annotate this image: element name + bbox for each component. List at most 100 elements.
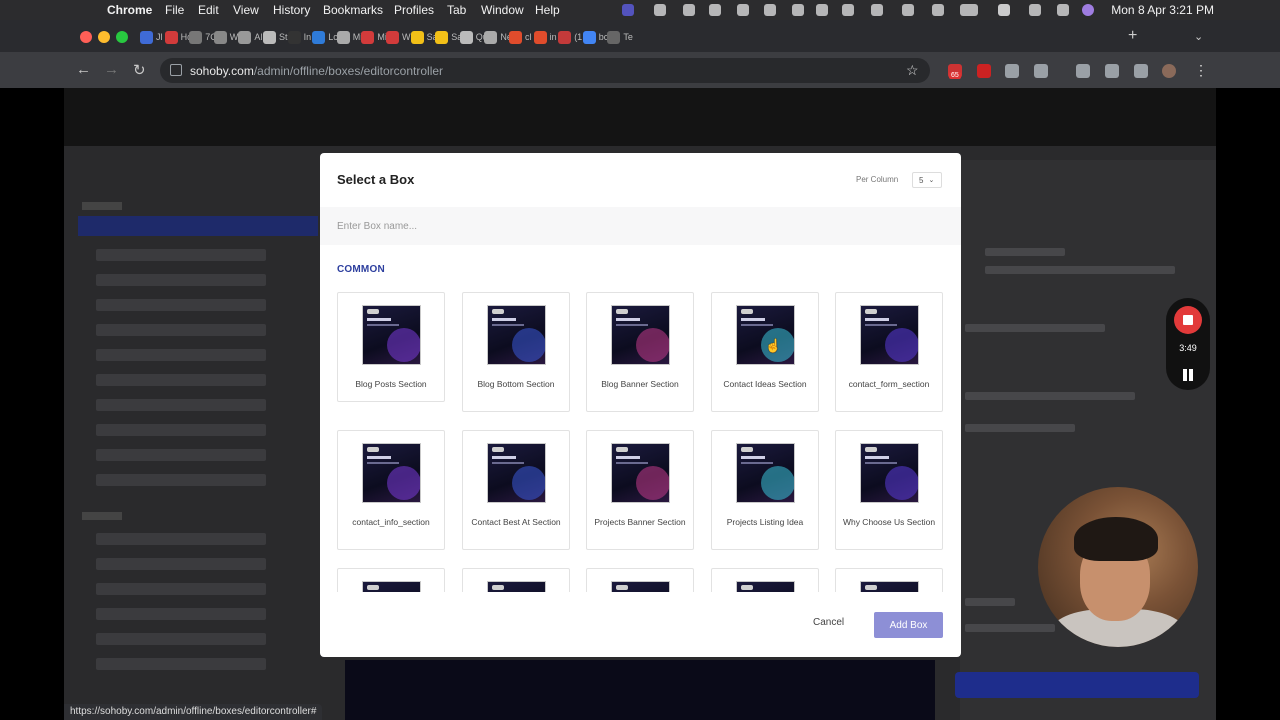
cancel-button[interactable]: Cancel [813,617,844,628]
tab-title: Te [623,32,633,42]
wifi-icon[interactable] [902,4,914,16]
keyboard-input-icon[interactable] [998,4,1010,16]
clock-icon[interactable] [842,4,854,16]
status-icon[interactable] [816,4,828,16]
tab-favicon-icon [263,30,276,44]
menu-app-name[interactable]: Chrome [107,3,152,17]
per-column-label: Per Column [856,175,899,184]
box-search-input[interactable] [320,207,961,245]
box-card[interactable]: Blog Posts Section [337,292,445,402]
menu-edit[interactable]: Edit [198,3,219,17]
mac-menu-bar: Chrome File Edit View History Bookmarks … [0,0,1280,20]
box-card[interactable]: contact_form_section [835,292,943,412]
download-icon[interactable] [1105,64,1119,78]
menu-clock[interactable]: Mon 8 Apr 3:21 PM [1111,3,1214,17]
extension-badge: 65 [949,72,961,79]
tab-favicon-icon [558,30,572,44]
box-thumbnail [611,305,670,365]
tab-favicon-icon [213,30,227,44]
status-bar-url: https://sohoby.com/admin/offline/boxes/e… [64,704,323,720]
siri-icon[interactable] [1082,4,1094,16]
stop-recording-button[interactable] [1174,306,1202,334]
app-top-nav [64,88,1216,146]
extension-icon[interactable] [977,64,991,78]
box-card[interactable] [586,568,694,592]
tab-favicon-icon [459,30,473,44]
status-icon[interactable] [737,4,749,16]
box-card[interactable]: Projects Banner Section [586,430,694,550]
box-card[interactable] [462,568,570,592]
search-icon[interactable] [1029,4,1041,16]
pause-recording-button[interactable] [1182,369,1194,381]
box-card[interactable]: Projects Listing Idea [711,430,819,550]
battery-icon[interactable] [960,4,978,16]
menu-bookmarks[interactable]: Bookmarks [323,3,383,17]
box-card[interactable] [337,568,445,592]
upload-icon[interactable] [932,4,944,16]
box-card-label: Blog Bottom Section [477,379,555,389]
box-thumbnail [736,305,795,365]
box-card[interactable]: Blog Banner Section [586,292,694,412]
reload-icon[interactable]: ↻ [133,61,146,79]
battery-status-icon[interactable] [871,4,883,16]
bookmark-star-icon[interactable]: ☆ [906,62,919,79]
box-card[interactable] [711,568,819,592]
screen-record-icon[interactable] [622,4,634,16]
new-tab-icon[interactable]: + [1128,27,1137,45]
box-thumbnail [611,443,670,503]
box-grid: Blog Posts Section Blog Bottom Section Blo… [337,292,945,592]
box-card[interactable]: contact_info_section [337,430,445,550]
status-icon[interactable] [709,4,721,16]
zoom-window-button[interactable] [116,31,128,43]
save-button-dimmed [955,672,1199,698]
menu-history[interactable]: History [273,3,310,17]
box-card-label: Contact Ideas Section [723,379,807,389]
tab-search-icon[interactable]: ⌄ [1194,30,1203,43]
more-icon[interactable] [764,4,776,16]
tab-favicon-icon [533,30,547,44]
tab-title: in [549,32,557,42]
control-center-icon[interactable] [1057,4,1069,16]
gear-icon[interactable] [792,4,804,16]
shield-icon[interactable] [1005,64,1019,78]
add-box-button[interactable]: Add Box [874,612,943,638]
browser-tab[interactable]: Te [607,26,641,48]
box-card[interactable]: Contact Best At Section [462,430,570,550]
cast-icon[interactable] [1076,64,1090,78]
webcam-overlay [1038,487,1198,647]
tab-title: cl [525,32,532,42]
left-panel [78,190,318,670]
per-column-select[interactable]: 5 ⌄ [912,172,942,188]
tab-title: In [303,32,312,42]
menu-help[interactable]: Help [535,3,560,17]
menu-tab[interactable]: Tab [447,3,466,17]
close-window-button[interactable] [80,31,92,43]
box-thumbnail [860,581,919,592]
tab-title: Jl [156,32,163,42]
forward-icon[interactable]: → [104,61,119,78]
tab-title: W [402,32,411,42]
menu-file[interactable]: File [165,3,184,17]
menu-view[interactable]: View [233,3,259,17]
box-card[interactable] [835,568,943,592]
kebab-menu-icon[interactable]: ⋮ [1194,62,1208,79]
modal-title: Select a Box [337,172,415,187]
box-thumbnail [736,443,795,503]
profile-avatar[interactable] [1162,64,1176,78]
recording-timer: 3:49 [1179,343,1197,353]
dropbox-icon[interactable] [654,4,666,16]
box-card[interactable]: Why Choose Us Section [835,430,943,550]
back-icon[interactable]: ← [76,61,91,78]
site-info-icon[interactable] [170,64,182,76]
minimize-window-button[interactable] [98,31,110,43]
box-thumbnail [860,443,919,503]
status-icon[interactable] [683,4,695,16]
menu-profiles[interactable]: Profiles [394,3,434,17]
menu-window[interactable]: Window [481,3,524,17]
box-thumbnail [362,305,421,365]
sidebar-icon[interactable] [1134,64,1148,78]
box-card-label: Projects Listing Idea [726,517,804,527]
puzzle-icon[interactable] [1034,64,1048,78]
address-bar[interactable]: sohoby.com/admin/offline/boxes/editorcon… [160,58,930,83]
box-card[interactable]: Blog Bottom Section [462,292,570,412]
